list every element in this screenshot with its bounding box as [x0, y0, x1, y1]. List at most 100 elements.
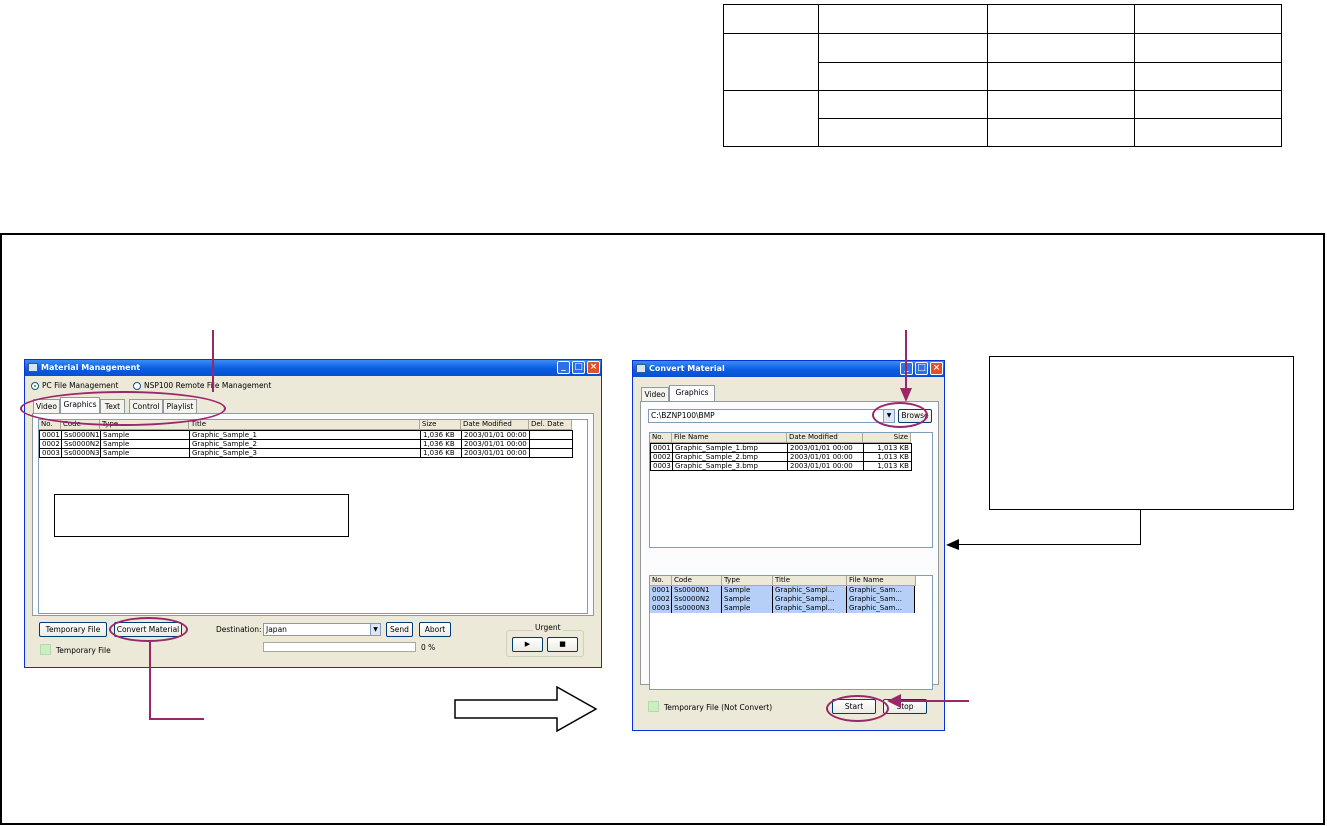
- maximize-icon[interactable]: □: [915, 362, 928, 375]
- urgent-label: Urgent: [533, 623, 563, 632]
- table-row[interactable]: 0002 Graphic_Sample_2.bmp 2003/01/01 00:…: [651, 453, 911, 462]
- file-list[interactable]: No. File Name Date Modified Size 0001 Gr…: [649, 432, 933, 548]
- temporary-file-button[interactable]: Temporary File: [39, 622, 107, 637]
- play-icon: ▶: [524, 640, 531, 648]
- column-header-no[interactable]: No.: [650, 433, 672, 443]
- table-row[interactable]: 0003 Ss0000N3 Sample Graphic_Sample_3 1,…: [40, 449, 572, 458]
- progress-text: 0 %: [421, 643, 436, 652]
- cell-no: 0001: [651, 444, 673, 453]
- column-header-size[interactable]: Size: [420, 420, 461, 430]
- material-rows: 0001 Ss0000N1 Sample Graphic_Sample_1 1,…: [39, 430, 573, 458]
- table-row[interactable]: 0003 Ss0000N3 Sample Graphic_Sampl... Gr…: [650, 604, 915, 613]
- pc-file-radio-label: PC File Management: [42, 381, 119, 390]
- cell-code: Ss0000N1: [64, 431, 101, 440]
- connector-line: [956, 544, 1141, 545]
- connector-line: [1140, 510, 1141, 545]
- column-header-no[interactable]: No.: [650, 576, 672, 586]
- cell-size: 1,013 KB: [877, 444, 909, 452]
- play-button[interactable]: ▶: [512, 637, 543, 652]
- table-row[interactable]: 0001 Graphic_Sample_1.bmp 2003/01/01 00:…: [651, 444, 911, 453]
- cell-file-name: Graphic_Sample_3.bmp: [673, 462, 788, 471]
- column-header-file-name[interactable]: File Name: [672, 433, 787, 443]
- cell-file-name: Graphic_Sam...: [847, 604, 915, 613]
- column-header-file-name[interactable]: File Name: [847, 576, 916, 586]
- stop-button[interactable]: ■: [547, 637, 578, 652]
- annotation-line: [212, 330, 214, 392]
- cell-date-modified: 2003/01/01 00:00: [788, 444, 864, 453]
- arrow-down-icon: [900, 388, 912, 402]
- pc-file-radio[interactable]: [31, 382, 39, 390]
- column-header-date-modified[interactable]: Date Modified: [787, 433, 863, 443]
- cell-date-modified: 2003/01/01 00:00: [462, 431, 530, 440]
- destination-select[interactable]: Japan ▼: [263, 623, 381, 636]
- table-row[interactable]: 0002 Ss0000N2 Sample Graphic_Sample_2 1,…: [40, 440, 572, 449]
- column-header-title[interactable]: Title: [189, 420, 420, 430]
- cell-no: 0001: [650, 586, 672, 595]
- annotation-line: [149, 642, 151, 720]
- table-row[interactable]: 0002 Ss0000N2 Sample Graphic_Sampl... Gr…: [650, 595, 915, 604]
- cell-code: Ss0000N3: [64, 449, 101, 458]
- cell-code: Ss0000N2: [672, 595, 722, 604]
- cell-file-name: Graphic_Sam...: [847, 595, 915, 604]
- destination-value: Japan: [266, 625, 287, 634]
- cell-date-modified: 2003/01/01 00:00: [462, 449, 530, 458]
- app-icon: [28, 363, 38, 372]
- maximize-icon[interactable]: □: [572, 361, 585, 374]
- column-header-del-date[interactable]: Del. Date: [529, 420, 572, 430]
- cell-size: 1,036 KB: [421, 431, 462, 440]
- cell-file-name: Graphic_Sample_2.bmp: [673, 453, 788, 462]
- cell-no: 0003: [651, 462, 673, 471]
- tab-video[interactable]: Video: [641, 387, 669, 401]
- cell-no: 0003: [40, 449, 62, 458]
- material-window-titlebar: Material Management _ □ ×: [25, 360, 601, 376]
- app-icon: [636, 364, 646, 373]
- cell-title: Graphic_Sample_2: [190, 440, 421, 449]
- stop-icon: ■: [559, 640, 566, 648]
- close-icon[interactable]: ×: [587, 361, 600, 374]
- temporary-file-indicator-label: Temporary File (Not Convert): [664, 703, 773, 712]
- abort-button[interactable]: Abort: [419, 622, 451, 637]
- annotation-line: [905, 330, 907, 392]
- column-header-size[interactable]: Size: [863, 433, 911, 443]
- path-value: C:\BZNP100\BMP: [651, 411, 715, 420]
- chevron-down-icon[interactable]: ▼: [370, 624, 380, 635]
- table-row[interactable]: 0003 Graphic_Sample_3.bmp 2003/01/01 00:…: [651, 462, 911, 471]
- start-highlight-oval: [826, 695, 889, 722]
- reference-table: [723, 4, 1282, 147]
- table-row[interactable]: 0001 Ss0000N1 Sample Graphic_Sampl... Gr…: [650, 586, 915, 595]
- column-header-title[interactable]: Title: [773, 576, 847, 586]
- table-row[interactable]: 0001 Ss0000N1 Sample Graphic_Sample_1 1,…: [40, 431, 572, 440]
- cell-code: Ss0000N2: [64, 440, 101, 449]
- cell-size: 1,036 KB: [421, 449, 462, 458]
- column-header-type[interactable]: Type: [722, 576, 773, 586]
- cell-file-name: Graphic_Sample_1.bmp: [673, 444, 788, 453]
- converted-material-list[interactable]: No. Code Type Title File Name 0001 Ss000…: [649, 575, 933, 690]
- browse-highlight-oval: [872, 402, 928, 428]
- cell-title: Graphic_Sample_1: [190, 431, 421, 440]
- cell-code: Ss0000N1: [672, 586, 722, 595]
- column-header-date-modified[interactable]: Date Modified: [461, 420, 529, 430]
- path-select[interactable]: C:\BZNP100\BMP ▼: [648, 409, 895, 423]
- cell-type: Sample: [101, 440, 190, 449]
- close-icon[interactable]: ×: [930, 362, 943, 375]
- send-button[interactable]: Send: [386, 622, 413, 637]
- tab-graphics[interactable]: Graphics: [669, 385, 715, 401]
- remote-file-radio[interactable]: [133, 382, 141, 390]
- remote-file-radio-label: NSP100 Remote File Management: [144, 381, 272, 390]
- cell-type: Sample: [722, 604, 773, 613]
- callout-box: [989, 356, 1294, 510]
- cell-title: Graphic_Sampl...: [773, 586, 847, 595]
- column-header-code[interactable]: Code: [672, 576, 722, 586]
- cell-title: Graphic_Sample_3: [190, 449, 421, 458]
- cell-title: Graphic_Sampl...: [773, 604, 847, 613]
- cell-size: 1,013 KB: [877, 462, 909, 470]
- cell-title: Graphic_Sampl...: [773, 595, 847, 604]
- cell-type: Sample: [722, 595, 773, 604]
- cell-del-date: [530, 449, 572, 458]
- cell-no: 0003: [650, 604, 672, 613]
- cell-date-modified: 2003/01/01 00:00: [462, 440, 530, 449]
- minimize-icon[interactable]: _: [557, 361, 570, 374]
- cell-size: 1,013 KB: [877, 453, 909, 461]
- callout-box: [54, 494, 349, 537]
- cell-type: Sample: [722, 586, 773, 595]
